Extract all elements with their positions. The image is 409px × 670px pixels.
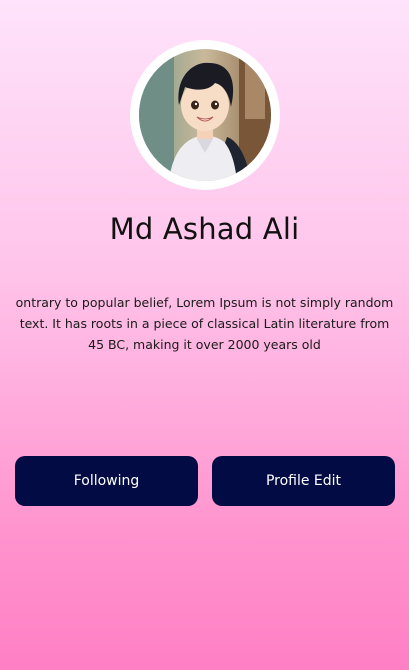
profile-edit-button[interactable]: Profile Edit bbox=[212, 456, 395, 506]
following-button[interactable]: Following bbox=[15, 456, 198, 506]
profile-name: Md Ashad Ali bbox=[109, 212, 300, 246]
profile-bio: ontrary to popular belief, Lorem Ipsum i… bbox=[15, 295, 394, 352]
profile-avatar-frame bbox=[130, 40, 280, 190]
profile-avatar bbox=[139, 49, 271, 181]
